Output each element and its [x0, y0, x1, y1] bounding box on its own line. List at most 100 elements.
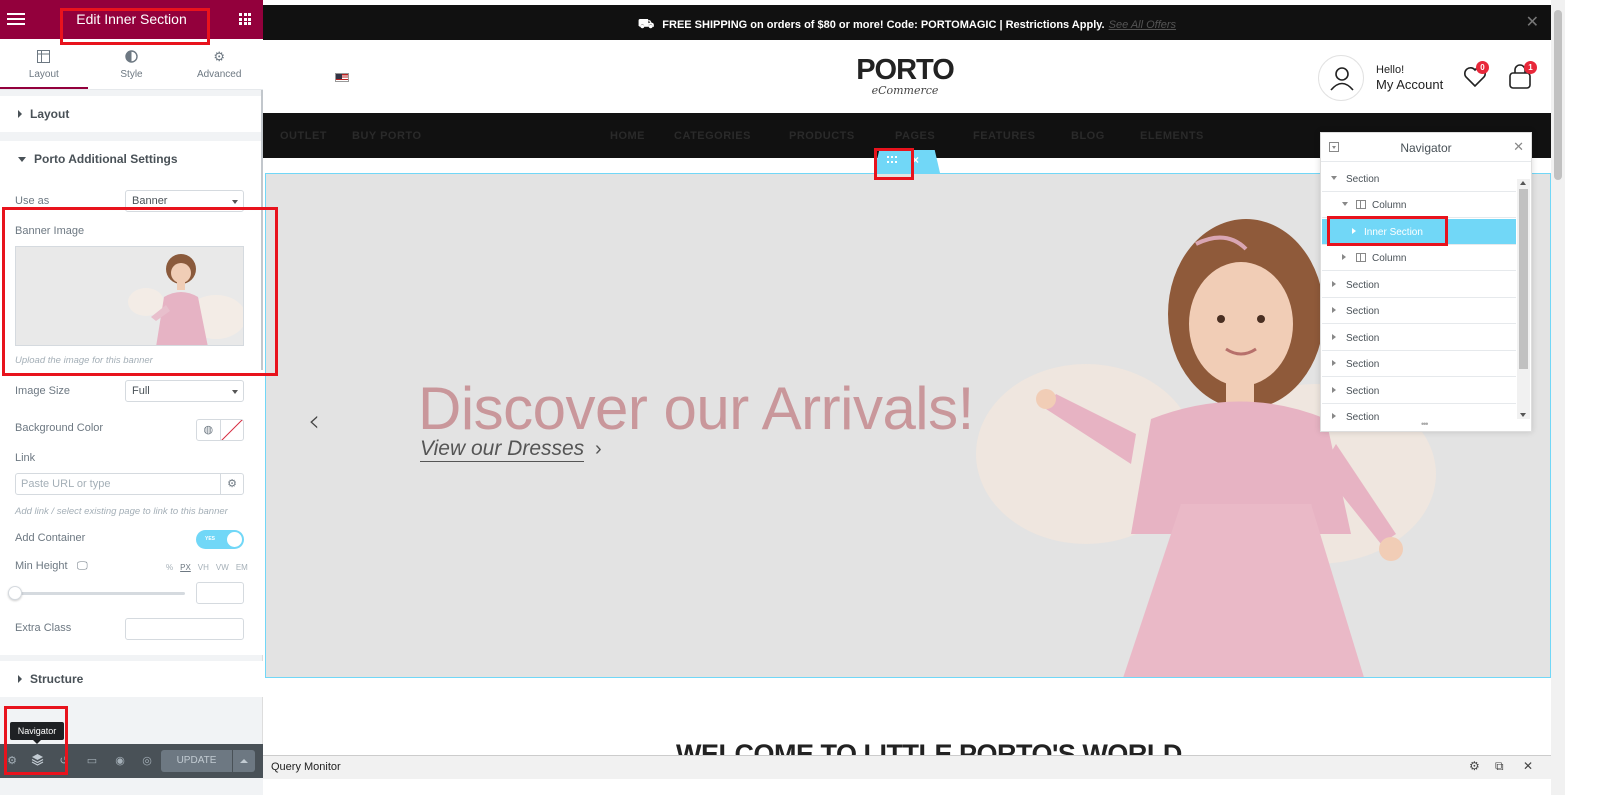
my-account-link[interactable]: My Account — [1376, 77, 1443, 92]
banner-image-picker[interactable] — [15, 246, 244, 346]
banner-image-label: Banner Image — [15, 225, 85, 237]
drag-grip-icon[interactable] — [887, 156, 899, 164]
nav-item[interactable]: PAGES — [895, 130, 935, 142]
unit-percent[interactable]: % — [166, 563, 173, 572]
preview-scrollbar[interactable] — [1551, 0, 1565, 795]
navigator-panel: Navigator ✕ Section Column Inner Section… — [1320, 132, 1532, 432]
us-flag-icon[interactable] — [335, 73, 349, 82]
porto-controls: Use as Banner Banner Image Upload the im… — [0, 177, 263, 655]
link-label: Link — [15, 452, 36, 464]
chevron-right-icon[interactable]: › — [595, 438, 602, 461]
nav-tree-item[interactable]: Section — [1322, 351, 1516, 377]
view-dresses-link[interactable]: View our Dresses — [420, 437, 585, 462]
qm-settings-gear-icon[interactable]: ⚙ — [1469, 759, 1480, 773]
unit-vw[interactable]: VW — [216, 563, 229, 572]
column-icon — [1356, 253, 1366, 262]
wishlist-heart-icon[interactable]: 0 — [1463, 61, 1489, 88]
user-icon[interactable] — [1318, 55, 1364, 101]
nav-tree-item[interactable]: Section — [1322, 272, 1516, 298]
resize-handle-icon[interactable]: ••• — [1421, 419, 1429, 429]
wishlist-count-badge: 0 — [1476, 61, 1489, 74]
delete-section-icon[interactable]: × — [912, 153, 919, 167]
preview-eye-icon[interactable]: ◉ — [112, 753, 128, 769]
bg-color-control: ◍ — [196, 419, 244, 441]
desktop-icon[interactable]: 🖵 — [77, 560, 88, 573]
min-height-input[interactable] — [196, 582, 244, 604]
min-height-slider[interactable] — [15, 592, 185, 595]
link-options-gear-icon[interactable]: ⚙ — [220, 473, 244, 495]
nav-tree-item-selected[interactable]: Inner Section — [1322, 219, 1516, 245]
section-layout[interactable]: Layout — [0, 96, 263, 132]
see-all-offers-link[interactable]: See All Offers — [1109, 19, 1176, 31]
cart-count-badge: 1 — [1524, 61, 1537, 74]
nav-item[interactable]: CATEGORIES — [674, 130, 751, 142]
tab-style[interactable]: Style — [88, 39, 176, 89]
nav-item[interactable]: PRODUCTS — [789, 130, 855, 142]
add-container-toggle[interactable]: YES — [196, 530, 244, 549]
qm-close-icon[interactable]: ✕ — [1523, 759, 1533, 773]
nav-item[interactable]: FEATURES — [973, 130, 1035, 142]
nav-item[interactable]: OUTLET — [280, 130, 327, 142]
nav-tree-item[interactable]: Column — [1322, 245, 1516, 271]
section-porto-settings[interactable]: Porto Additional Settings — [0, 141, 263, 177]
porto-icon[interactable]: ◎ — [139, 753, 155, 769]
unit-em[interactable]: EM — [236, 563, 248, 572]
nav-item-label: Section — [1346, 359, 1380, 370]
nav-item[interactable]: BLOG — [1071, 130, 1105, 142]
nav-tree-item[interactable]: Section — [1322, 404, 1516, 422]
query-monitor-label[interactable]: Query Monitor — [271, 761, 341, 773]
nav-item[interactable]: ELEMENTS — [1140, 130, 1204, 142]
close-icon[interactable]: ✕ — [1526, 12, 1539, 32]
section-edit-handle[interactable]: × — [874, 150, 940, 173]
caret-right-icon — [1342, 254, 1346, 260]
close-icon[interactable]: ✕ — [1513, 139, 1524, 155]
banner-image-help: Upload the image for this banner — [15, 355, 153, 366]
site-logo[interactable]: PORTO eCommerce — [855, 55, 955, 96]
link-url-input[interactable]: Paste URL or type — [15, 473, 221, 495]
globe-icon[interactable]: ◍ — [197, 420, 221, 440]
cart-bag-icon[interactable]: 1 — [1507, 61, 1537, 90]
caret-right-icon — [18, 110, 22, 118]
unit-vh[interactable]: VH — [198, 563, 209, 572]
navigator-header: Navigator ✕ — [1321, 133, 1531, 162]
qm-popout-icon[interactable]: ⧉ — [1495, 759, 1504, 774]
navigator-layers-icon[interactable] — [29, 753, 45, 769]
section-structure[interactable]: Structure — [0, 661, 263, 697]
settings-gear-icon[interactable]: ⚙ — [4, 753, 20, 769]
toggle-label: YES — [205, 536, 216, 542]
color-swatch[interactable] — [221, 420, 244, 440]
min-height-slider-handle[interactable] — [8, 586, 22, 600]
scroll-up-icon[interactable] — [1520, 181, 1526, 185]
panel-header: Edit Inner Section — [0, 0, 263, 39]
caret-right-icon — [1332, 281, 1336, 287]
tab-layout[interactable]: Layout — [0, 39, 88, 89]
slide-prev-arrow-icon[interactable]: ‹ — [308, 407, 320, 437]
unit-px[interactable]: PX — [180, 563, 191, 572]
nav-tree-item[interactable]: Section — [1322, 378, 1516, 404]
truck-icon: ⛟ — [637, 16, 655, 31]
logo-sub: eCommerce — [871, 84, 939, 97]
tab-advanced[interactable]: ⚙ Advanced — [175, 39, 263, 89]
query-monitor-bar: Query Monitor ⚙ ⧉ ✕ — [263, 755, 1551, 779]
nav-item[interactable]: BUY PORTO — [352, 130, 422, 142]
nav-item[interactable]: HOME — [610, 130, 645, 142]
extra-class-input[interactable] — [125, 618, 244, 640]
scroll-thumb[interactable] — [1554, 10, 1562, 180]
nav-tree-item[interactable]: Section — [1322, 166, 1516, 192]
scroll-thumb[interactable] — [1519, 189, 1528, 369]
responsive-desktop-icon[interactable]: ▭ — [84, 753, 100, 769]
history-icon[interactable]: ↺ — [56, 753, 72, 769]
update-options-button[interactable] — [233, 750, 255, 772]
widgets-grid-icon[interactable] — [239, 13, 251, 25]
image-size-select[interactable]: Full — [125, 380, 244, 402]
navigator-scrollbar[interactable] — [1517, 179, 1530, 419]
scroll-down-icon[interactable] — [1520, 413, 1526, 417]
nav-tree-item[interactable]: Section — [1322, 298, 1516, 324]
gear-icon: ⚙ — [213, 49, 225, 64]
nav-tree-item[interactable]: Section — [1322, 325, 1516, 351]
toggle-knob — [227, 532, 242, 547]
nav-tree-item[interactable]: Column — [1322, 192, 1516, 218]
use-as-select[interactable]: Banner — [125, 190, 244, 212]
update-button[interactable]: UPDATE — [161, 750, 232, 772]
promo-text-row: ⛟ FREE SHIPPING on orders of $80 or more!… — [263, 16, 1551, 34]
